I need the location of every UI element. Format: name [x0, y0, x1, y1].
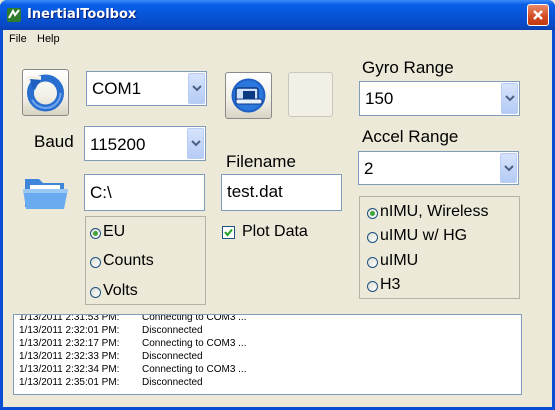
device-type-group: nIMU, Wireless uIMU w/ HG uIMU H3 — [359, 196, 520, 299]
baud-dropdown-button[interactable] — [187, 128, 204, 159]
chevron-down-icon — [191, 140, 201, 147]
radio-button[interactable] — [90, 287, 101, 298]
title-bar[interactable]: InertialToolbox — [0, 0, 555, 30]
close-button[interactable] — [527, 4, 549, 26]
close-icon — [533, 10, 543, 20]
filename-value: test.dat — [227, 182, 283, 201]
app-icon — [7, 8, 21, 22]
log-timestamp: 1/13/2011 2:32:17 PM: — [19, 338, 120, 349]
browse-folder-button[interactable] — [22, 171, 70, 213]
gyro-range-label: Gyro Range — [362, 58, 454, 77]
com-port-select[interactable]: COM1 — [86, 71, 207, 106]
client-area: File Help COM1 Gyro Range 150 Baud 11520… — [3, 30, 552, 407]
log-message: Disconnected — [142, 325, 203, 336]
log-message: Connecting to COM3 ... — [142, 338, 247, 349]
com-port-dropdown-button[interactable] — [188, 73, 205, 104]
refresh-button[interactable] — [22, 69, 69, 116]
plot-data-label: Plot Data — [242, 223, 308, 240]
units-option-label: Counts — [103, 252, 154, 269]
accel-range-select[interactable]: 2 — [358, 151, 519, 185]
device-option-label: uIMU w/ HG — [380, 227, 468, 244]
blank-button[interactable] — [288, 72, 333, 117]
units-option-label: EU — [103, 223, 126, 240]
connect-icon — [231, 78, 266, 113]
baud-select[interactable]: 115200 — [84, 126, 206, 161]
log-message: Disconnected — [142, 377, 203, 388]
gyro-range-dropdown-button[interactable] — [501, 83, 518, 114]
device-option-label: H3 — [380, 276, 401, 293]
menu-file[interactable]: File — [9, 33, 27, 45]
checkmark-icon — [224, 228, 233, 237]
plot-data-checkbox-row[interactable]: Plot Data — [222, 223, 342, 243]
accel-range-value: 2 — [364, 159, 374, 178]
log-message: Connecting to COM3 ... — [142, 364, 247, 375]
menu-help[interactable]: Help — [37, 33, 60, 45]
chevron-down-icon — [192, 85, 202, 92]
connect-button[interactable] — [225, 72, 272, 119]
units-group: EU Counts Volts — [85, 216, 206, 305]
menu-bar: File Help — [3, 30, 552, 48]
accel-range-label: Accel Range — [362, 127, 459, 146]
log-message: Disconnected — [142, 351, 203, 362]
baud-label: Baud — [34, 132, 74, 151]
chevron-down-icon — [505, 95, 515, 102]
plot-data-checkbox[interactable] — [222, 226, 235, 239]
folder-icon — [23, 179, 68, 209]
com-port-value: COM1 — [92, 79, 142, 98]
log-timestamp: 1/13/2011 2:31:53 PM: — [19, 314, 120, 323]
radio-button[interactable] — [367, 232, 378, 243]
filename-label: Filename — [226, 152, 296, 171]
gyro-range-value: 150 — [365, 89, 394, 108]
radio-button[interactable] — [367, 281, 378, 292]
log-message: Connecting to COM3 ... — [142, 314, 247, 323]
log-timestamp: 1/13/2011 2:32:01 PM: — [19, 325, 120, 336]
baud-value: 115200 — [90, 135, 146, 154]
units-option-label: Volts — [103, 282, 138, 299]
device-option-label: uIMU — [380, 252, 419, 269]
directory-path-value: C:\ — [90, 183, 112, 202]
log-timestamp: 1/13/2011 2:32:33 PM: — [19, 351, 120, 362]
chevron-down-icon — [504, 165, 514, 172]
accel-range-dropdown-button[interactable] — [500, 153, 517, 183]
log-timestamp: 1/13/2011 2:32:34 PM: — [19, 364, 120, 375]
window-title: InertialToolbox — [27, 7, 137, 22]
app-window: InertialToolbox File Help COM1 Gyro Rang… — [0, 0, 555, 410]
radio-button[interactable] — [90, 257, 101, 268]
directory-path-field[interactable]: C:\ — [84, 174, 205, 211]
radio-button[interactable] — [367, 208, 378, 219]
radio-button[interactable] — [367, 257, 378, 268]
filename-field[interactable]: test.dat — [221, 174, 342, 211]
refresh-arrow-icon — [27, 74, 64, 112]
log-timestamp: 1/13/2011 2:35:01 PM: — [19, 377, 120, 388]
gyro-range-select[interactable]: 150 — [359, 81, 520, 116]
status-log[interactable]: 1/13/2011 2:31:53 PM: Connecting to COM3… — [13, 314, 522, 395]
radio-button[interactable] — [90, 228, 101, 239]
device-option-label: nIMU, Wireless — [380, 203, 489, 220]
